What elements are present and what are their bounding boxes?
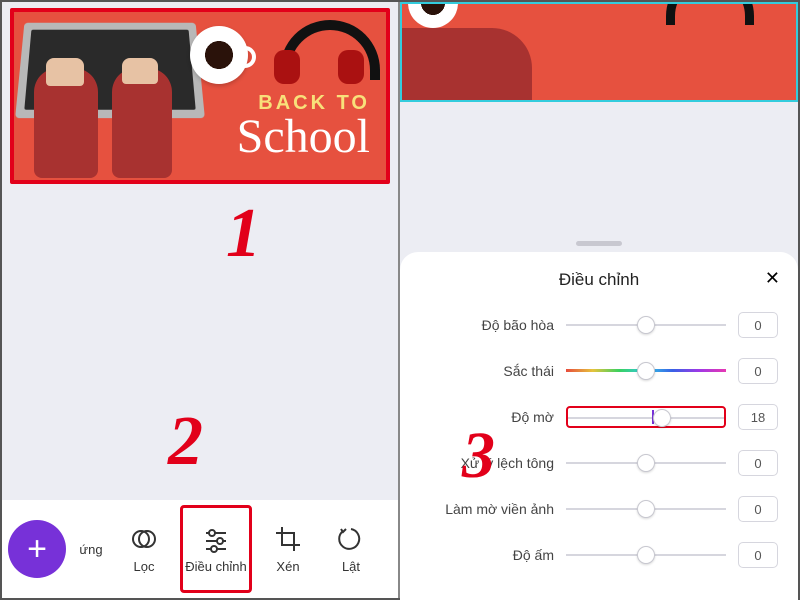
banner-line2: School: [237, 115, 370, 158]
headphones-illustration: [270, 14, 380, 84]
toolbar-item-flip[interactable]: Lật: [324, 505, 378, 593]
annotation-2: 2: [168, 402, 203, 482]
flip-icon: [337, 525, 365, 553]
row-label: Sắc thái: [503, 363, 554, 379]
row-label: Độ ấm: [513, 547, 554, 563]
row-label: Làm mờ viền ảnh: [445, 501, 554, 517]
overlap-circles-icon: [130, 525, 158, 553]
toolbar-item-crop[interactable]: Xén: [252, 505, 324, 593]
toolbar-label: Điều chỉnh: [185, 559, 246, 574]
canvas-image[interactable]: BACK TO School: [10, 8, 390, 184]
slider-vignette[interactable]: [566, 504, 726, 514]
blank-area: [400, 102, 798, 252]
sheet-grabber[interactable]: [576, 241, 622, 246]
slider-hue[interactable]: [566, 366, 726, 376]
value-box[interactable]: 0: [738, 358, 778, 384]
toolbar-label: ứng: [79, 542, 102, 557]
adjust-row-xprocess: Xử lý lệch tông 0: [420, 450, 778, 476]
crop-icon: [274, 525, 302, 553]
value-box[interactable]: 18: [738, 404, 778, 430]
toolbar-item-effects[interactable]: ứng: [74, 505, 108, 593]
row-label: Xử lý lệch tông: [461, 455, 554, 471]
adjust-panel: Điều chỉnh ✕ 3 Độ bão hòa 0 Sắc thái 0 Đ…: [400, 252, 798, 602]
coffee-cup-illustration: [190, 26, 248, 84]
slider-saturation[interactable]: [566, 320, 726, 330]
toolbar-item-filter[interactable]: Lọc: [108, 505, 180, 593]
headphones-illustration: [656, 2, 766, 36]
sliders-icon: [202, 525, 230, 553]
value-box[interactable]: 0: [738, 450, 778, 476]
adjust-row-warmth: Độ ấm 0: [420, 542, 778, 568]
adjust-row-blur: Độ mờ 18: [420, 404, 778, 430]
adjust-row-vignette: Làm mờ viền ảnh 0: [420, 496, 778, 522]
row-label: Độ bão hòa: [482, 317, 554, 333]
value-box[interactable]: 0: [738, 542, 778, 568]
slider-blur[interactable]: [566, 406, 726, 428]
slider-xprocess[interactable]: [566, 458, 726, 468]
slider-warmth[interactable]: [566, 550, 726, 560]
adjust-row-hue: Sắc thái 0: [420, 358, 778, 384]
editor-screen: BACK TO School 1 2 + ứng Lọc Điều chỉ: [2, 2, 400, 598]
toolbar-label: Lật: [342, 559, 360, 574]
row-label: Độ mờ: [511, 409, 554, 425]
fab-add-button[interactable]: +: [8, 520, 66, 578]
value-box[interactable]: 0: [738, 496, 778, 522]
toolbar-label: Lọc: [134, 559, 155, 574]
hand-illustration: [34, 68, 98, 178]
coffee-cup-illustration: [408, 2, 458, 28]
value-box[interactable]: 0: [738, 312, 778, 338]
annotation-1: 1: [226, 194, 261, 274]
bottom-toolbar: + ứng Lọc Điều chỉnh Xén: [2, 500, 398, 598]
hand-illustration: [112, 68, 172, 178]
toolbar-label: Xén: [276, 559, 299, 574]
toolbar-item-adjust[interactable]: Điều chỉnh: [180, 505, 252, 593]
adjust-screen: Điều chỉnh ✕ 3 Độ bão hòa 0 Sắc thái 0 Đ…: [400, 2, 798, 598]
canvas-preview[interactable]: [400, 2, 798, 102]
banner-text: BACK TO School: [237, 92, 370, 158]
close-button[interactable]: ✕: [765, 268, 780, 289]
adjust-row-saturation: Độ bão hòa 0: [420, 312, 778, 338]
arm-illustration: [402, 28, 532, 102]
panel-title: Điều chỉnh: [420, 270, 778, 290]
